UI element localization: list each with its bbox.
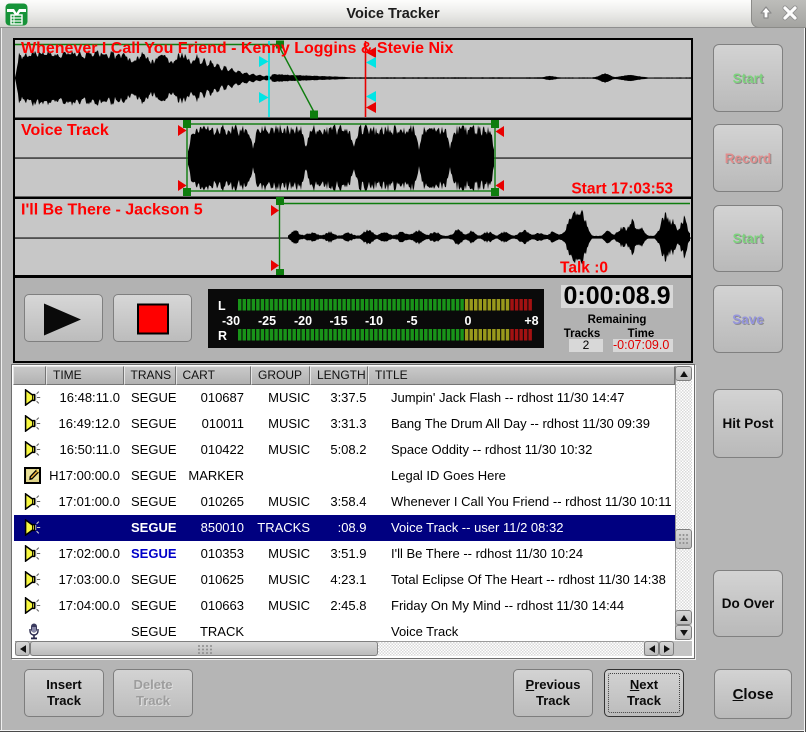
svg-text:R: R — [218, 329, 227, 343]
svg-text:Voice Track: Voice Track — [21, 122, 109, 139]
svg-text:-25: -25 — [258, 314, 276, 328]
svg-text:Whenever I Call You Friend - K: Whenever I Call You Friend - Kenny Loggi… — [21, 40, 453, 57]
svg-text:L: L — [218, 299, 226, 313]
svg-text:+8: +8 — [524, 314, 538, 328]
svg-text:-10: -10 — [365, 314, 383, 328]
svg-text:-5: -5 — [406, 314, 417, 328]
svg-text:Talk :0: Talk :0 — [560, 260, 608, 277]
svg-text:-30: -30 — [222, 314, 240, 328]
svg-text:Start 17:03:53: Start 17:03:53 — [571, 181, 673, 198]
svg-text:I'll Be There - Jackson 5: I'll Be There - Jackson 5 — [21, 202, 203, 219]
svg-text:0: 0 — [465, 314, 472, 328]
svg-text:-20: -20 — [294, 314, 312, 328]
svg-text:-15: -15 — [329, 314, 347, 328]
